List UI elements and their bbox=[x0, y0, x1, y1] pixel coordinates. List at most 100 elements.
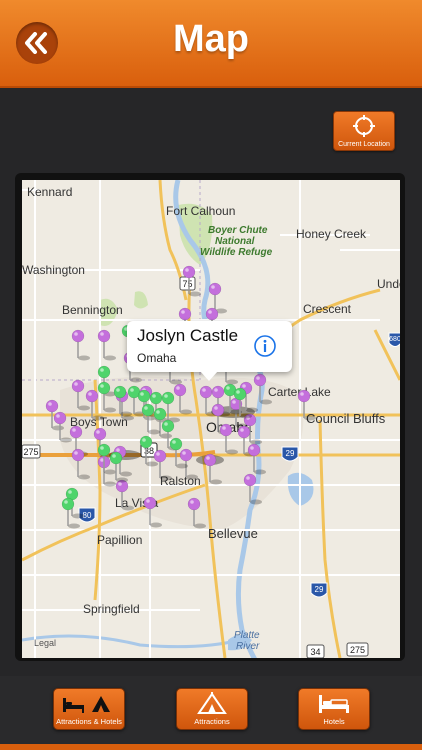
map-view[interactable]: Kennard Fort Calhoun Boyer Chute Nationa… bbox=[22, 180, 400, 658]
pin-shadow bbox=[52, 425, 64, 431]
pin-layer[interactable] bbox=[22, 180, 400, 658]
pin-highlight bbox=[211, 285, 215, 289]
crosshair-icon bbox=[353, 115, 375, 137]
pin-shadow bbox=[180, 409, 192, 415]
pin-shadow bbox=[226, 379, 238, 385]
attraction-pin[interactable] bbox=[71, 329, 90, 361]
page-title: Map bbox=[173, 18, 249, 60]
bed-icon bbox=[319, 695, 349, 713]
hotel-pin[interactable] bbox=[139, 435, 158, 467]
callout-tail bbox=[200, 371, 218, 381]
pin-shadow bbox=[148, 429, 160, 435]
pin-head bbox=[253, 373, 267, 387]
tab-label: Hotels bbox=[323, 717, 345, 726]
pin-highlight bbox=[236, 390, 240, 394]
place-callout[interactable]: Joslyn Castle Omaha bbox=[127, 321, 292, 372]
pin-shadow bbox=[104, 355, 116, 361]
pin-head bbox=[93, 427, 107, 441]
pin-highlight bbox=[116, 448, 120, 452]
tab-hotels[interactable]: Hotels bbox=[298, 688, 370, 730]
pin-highlight bbox=[232, 400, 236, 404]
pin-head bbox=[71, 379, 85, 393]
attraction-pin[interactable] bbox=[247, 443, 266, 475]
pin-head bbox=[161, 419, 175, 433]
pin-head bbox=[219, 423, 233, 437]
pin-head bbox=[139, 435, 153, 449]
attraction-pin[interactable] bbox=[203, 453, 222, 485]
pin-highlight bbox=[246, 476, 250, 480]
pin-highlight bbox=[146, 499, 150, 503]
pin-shadow bbox=[104, 407, 116, 413]
pin-head bbox=[153, 449, 167, 463]
pin-highlight bbox=[222, 426, 226, 430]
attraction-pin[interactable] bbox=[85, 389, 104, 421]
attraction-pin[interactable] bbox=[182, 265, 201, 297]
pin-highlight bbox=[112, 454, 116, 458]
pin-head bbox=[237, 425, 251, 439]
pin-shadow bbox=[150, 522, 162, 528]
pin-highlight bbox=[130, 388, 134, 392]
pin-head bbox=[143, 496, 157, 510]
pin-highlight bbox=[164, 394, 168, 398]
pin-head bbox=[71, 329, 85, 343]
pin-highlight bbox=[226, 386, 230, 390]
pin-head bbox=[113, 385, 127, 399]
pin-shadow bbox=[130, 377, 142, 383]
hotel-pin[interactable] bbox=[61, 497, 80, 529]
pin-shadow bbox=[146, 461, 158, 467]
pin-head bbox=[137, 389, 151, 403]
attraction-pin[interactable] bbox=[115, 479, 134, 511]
pin-highlight bbox=[172, 440, 176, 444]
attraction-pin[interactable] bbox=[243, 473, 262, 505]
attraction-pin[interactable] bbox=[173, 383, 192, 415]
pin-shadow bbox=[120, 411, 132, 417]
attraction-pin[interactable] bbox=[187, 497, 206, 529]
pin-shadow bbox=[104, 469, 116, 475]
pin-highlight bbox=[96, 430, 100, 434]
attraction-pin[interactable] bbox=[97, 329, 116, 361]
pin-highlight bbox=[100, 368, 104, 372]
pin-highlight bbox=[74, 382, 78, 386]
pin-highlight bbox=[100, 384, 104, 388]
pin-shadow bbox=[78, 355, 90, 361]
pin-shadow bbox=[176, 463, 188, 469]
pin-shadow bbox=[122, 505, 134, 511]
pin-highlight bbox=[64, 500, 68, 504]
pin-highlight bbox=[164, 422, 168, 426]
pin-head bbox=[149, 391, 163, 405]
pin-shadow bbox=[68, 523, 80, 529]
pin-head bbox=[71, 448, 85, 462]
attraction-pin[interactable] bbox=[143, 496, 162, 528]
hotel-pin[interactable] bbox=[109, 451, 128, 483]
pin-shadow bbox=[246, 407, 258, 413]
pin-shadow bbox=[189, 291, 201, 297]
tab-attractions[interactable]: Attractions bbox=[176, 688, 248, 730]
callout-title: Joslyn Castle bbox=[137, 326, 239, 345]
header-bar: Map bbox=[0, 0, 422, 88]
pin-highlight bbox=[214, 406, 218, 410]
pin-head bbox=[199, 385, 213, 399]
pin-shadow bbox=[78, 474, 90, 480]
attraction-pin[interactable] bbox=[297, 389, 316, 421]
pin-head bbox=[85, 389, 99, 403]
pin-highlight bbox=[214, 388, 218, 392]
bottom-accent-strip bbox=[0, 744, 422, 750]
pin-highlight bbox=[100, 446, 104, 450]
info-icon[interactable] bbox=[254, 335, 276, 357]
pin-head bbox=[233, 387, 247, 401]
pin-head bbox=[211, 403, 225, 417]
pin-shadow bbox=[250, 499, 262, 505]
attraction-pin[interactable] bbox=[253, 373, 272, 405]
pin-head bbox=[205, 307, 219, 321]
hotel-pin[interactable] bbox=[97, 381, 116, 413]
attraction-pin[interactable] bbox=[219, 423, 238, 455]
tab-attractions-and-hotels[interactable]: Attractions & Hotels bbox=[53, 688, 125, 730]
current-location-button[interactable]: Current Location bbox=[333, 111, 395, 151]
pin-highlight bbox=[242, 384, 246, 388]
pin-shadow bbox=[60, 437, 72, 443]
pin-shadow bbox=[170, 379, 182, 385]
pin-shadow bbox=[226, 449, 238, 455]
pin-head bbox=[97, 381, 111, 395]
pin-highlight bbox=[206, 456, 210, 460]
pin-head bbox=[97, 329, 111, 343]
